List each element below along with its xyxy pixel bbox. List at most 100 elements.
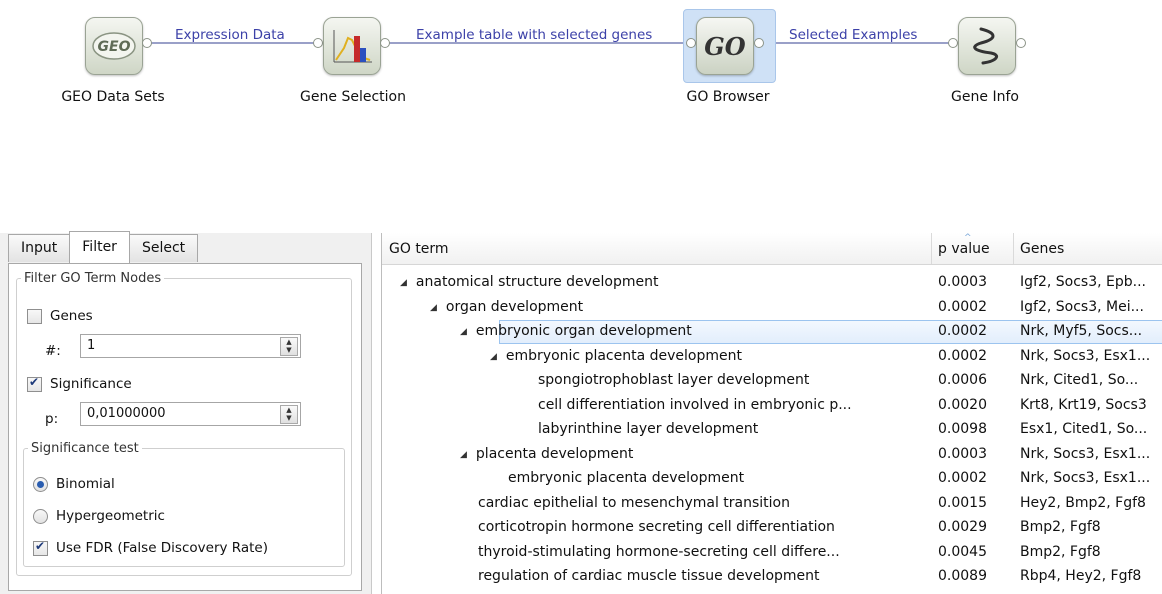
- p-value-cell: 0.0006: [938, 372, 987, 388]
- genes-cell: Krt8, Krt19, Socs3: [1020, 396, 1147, 413]
- go-term-cell: ◢ embryonic placenta development: [490, 344, 930, 368]
- column-header-p-value[interactable]: ^ p value: [931, 233, 1014, 264]
- fdr-checkbox-row[interactable]: Use FDR (False Discovery Rate): [33, 539, 268, 556]
- link-label-selected-examples[interactable]: Selected Examples: [789, 27, 917, 43]
- p-value-spinbox[interactable]: 0,01000000 ▲ ▼: [80, 402, 301, 426]
- dna-icon: [973, 27, 999, 65]
- significance-checkbox-row[interactable]: Significance: [27, 375, 132, 392]
- geo-data-sets-widget[interactable]: GEO: [85, 17, 143, 75]
- genes-cell: Nrk, Cited1, So...: [1020, 372, 1139, 388]
- go-term-cell: ◢ embryonic organ development: [460, 319, 930, 343]
- tab-filter[interactable]: Filter: [69, 231, 130, 263]
- settings-tabs: Input Filter Select: [8, 231, 199, 264]
- table-row[interactable]: spongiotrophoblast layer development 0.00…: [382, 368, 1162, 392]
- go-term-cell: ◢ organ development: [430, 295, 930, 319]
- go-term-label: anatomical structure development: [415, 274, 659, 290]
- go-browser-settings-panel: Input Filter Select Filter GO Term Nodes…: [0, 231, 372, 594]
- go-term-label: labyrinthine layer development: [538, 421, 759, 437]
- expand-triangle-icon[interactable]: ◢: [460, 443, 467, 466]
- svg-text:GO: GO: [704, 32, 745, 61]
- table-row[interactable]: cardiac epithelial to mesenchymal transi…: [382, 491, 1162, 515]
- hypergeometric-radio-row[interactable]: Hypergeometric: [33, 508, 165, 524]
- genes-cell: Bmp2, Fgf8: [1020, 519, 1101, 535]
- genes-cell: Nrk, Socs3, Esx1...: [1020, 445, 1151, 462]
- genes-cell: Igf2, Socs3, Epb...: [1020, 274, 1146, 290]
- widget-label: Gene Selection: [300, 89, 406, 105]
- significance-label: Significance: [50, 376, 132, 392]
- go-term-label: spongiotrophoblast layer development: [538, 372, 810, 388]
- table-row[interactable]: thyroid-stimulating hormone-secreting ce…: [382, 540, 1162, 564]
- output-port[interactable]: [380, 38, 390, 48]
- table-row[interactable]: embryonic placenta development 0.0002 Nrk,…: [382, 466, 1162, 490]
- p-value-cell: 0.0003: [938, 274, 987, 290]
- go-term-cell: regulation of cardiac muscle tissue deve…: [478, 564, 930, 588]
- link-label-expression-data[interactable]: Expression Data: [175, 27, 285, 43]
- spin-arrows-icon[interactable]: ▲ ▼: [280, 337, 298, 356]
- go-browser-widget[interactable]: GO: [696, 17, 754, 75]
- table-row[interactable]: ◢ embryonic organ development 0.0002 Nrk, M…: [382, 319, 1162, 343]
- tab-input[interactable]: Input: [8, 234, 71, 262]
- input-port[interactable]: [948, 38, 958, 48]
- table-row[interactable]: cell differentiation involved in embryon…: [382, 393, 1162, 417]
- expand-triangle-icon[interactable]: ◢: [400, 271, 407, 294]
- filter-tab-pane: Filter GO Term Nodes Genes #: 1 ▲▼ Signi…: [8, 263, 362, 591]
- go-term-label: placenta development: [475, 445, 634, 462]
- expand-triangle-icon[interactable]: ◢: [430, 296, 437, 319]
- genes-cell: Nrk, Socs3, Esx1...: [1020, 347, 1151, 364]
- group-title: Filter GO Term Nodes: [21, 271, 165, 286]
- gene-selection-widget[interactable]: [323, 17, 381, 75]
- group-title: Significance test: [28, 441, 142, 456]
- p-value-cell: 0.0002: [938, 323, 987, 339]
- genes-checkbox-row[interactable]: Genes: [27, 308, 93, 324]
- go-term-label: corticotropin hormone secreting cell dif…: [478, 519, 835, 535]
- input-port[interactable]: [313, 38, 323, 48]
- spin-arrows-icon[interactable]: ▲ ▼: [280, 405, 298, 424]
- table-row[interactable]: regulation of cardiac muscle tissue deve…: [382, 564, 1162, 588]
- gene-info-widget[interactable]: [958, 17, 1016, 75]
- histogram-icon: [333, 30, 372, 63]
- p-value-cell: 0.0002: [938, 470, 987, 486]
- go-term-label: embryonic organ development: [475, 323, 692, 339]
- binomial-radio[interactable]: [33, 476, 48, 492]
- table-row[interactable]: ◢ placenta development 0.0003 Nrk, Socs3, E…: [382, 442, 1162, 466]
- genes-checkbox[interactable]: [27, 308, 42, 324]
- genes-cell: Hey2, Bmp2, Fgf8: [1020, 494, 1146, 511]
- binomial-radio-row[interactable]: Binomial: [33, 476, 115, 492]
- significance-checkbox[interactable]: [27, 375, 42, 392]
- genes-cell: Nrk, Socs3, Esx1...: [1020, 470, 1151, 486]
- p-value-cell: 0.0015: [938, 494, 987, 511]
- table-row[interactable]: ◢ anatomical structure development 0.0003 I…: [382, 270, 1162, 294]
- hypergeometric-radio[interactable]: [33, 508, 48, 524]
- go-term-label: embryonic placenta development: [505, 347, 742, 364]
- input-port[interactable]: [686, 38, 696, 48]
- table-row[interactable]: labyrinthine layer development 0.0098 Esx1…: [382, 417, 1162, 441]
- go-term-table: GO term ^ p value Genes ◢ anatomical stru…: [381, 233, 1162, 594]
- column-header-go-term[interactable]: GO term: [382, 233, 932, 264]
- go-term-label: embryonic placenta development: [508, 470, 745, 486]
- output-port[interactable]: [1016, 38, 1026, 48]
- p-value-cell: 0.0098: [938, 421, 987, 437]
- fdr-checkbox[interactable]: [33, 539, 48, 556]
- genes-cell: Bmp2, Fgf8: [1020, 543, 1101, 560]
- p-value-cell: 0.0020: [938, 396, 987, 413]
- expand-triangle-icon[interactable]: ◢: [460, 320, 467, 343]
- expand-triangle-icon[interactable]: ◢: [490, 345, 497, 368]
- table-row[interactable]: ◢ embryonic placenta development 0.0002 Nrk…: [382, 344, 1162, 368]
- genes-cell: Rbp4, Hey2, Fgf8: [1020, 568, 1142, 584]
- workflow-canvas[interactable]: Expression Data Example table with selec…: [0, 0, 1162, 205]
- go-term-cell: cardiac epithelial to mesenchymal transi…: [478, 491, 930, 515]
- table-header: GO term ^ p value Genes: [382, 233, 1162, 265]
- go-term-cell: corticotropin hormone secreting cell dif…: [478, 515, 930, 539]
- link-label-example-table[interactable]: Example table with selected genes: [416, 27, 652, 43]
- widget-label: GO Browser: [686, 89, 770, 105]
- tab-select[interactable]: Select: [128, 234, 199, 262]
- genes-cell: Igf2, Socs3, Mei...: [1020, 298, 1144, 315]
- genes-count-spinbox[interactable]: 1 ▲ ▼: [80, 334, 301, 358]
- table-row[interactable]: corticotropin hormone secreting cell dif…: [382, 515, 1162, 539]
- table-row[interactable]: ◢ organ development 0.0002 Igf2, Socs3, Mei…: [382, 295, 1162, 319]
- genes-label: Genes: [50, 308, 93, 324]
- genes-cell: Nrk, Myf5, Socs...: [1020, 323, 1143, 339]
- output-port[interactable]: [142, 38, 152, 48]
- column-header-genes[interactable]: Genes: [1013, 233, 1162, 264]
- output-port[interactable]: [754, 38, 764, 48]
